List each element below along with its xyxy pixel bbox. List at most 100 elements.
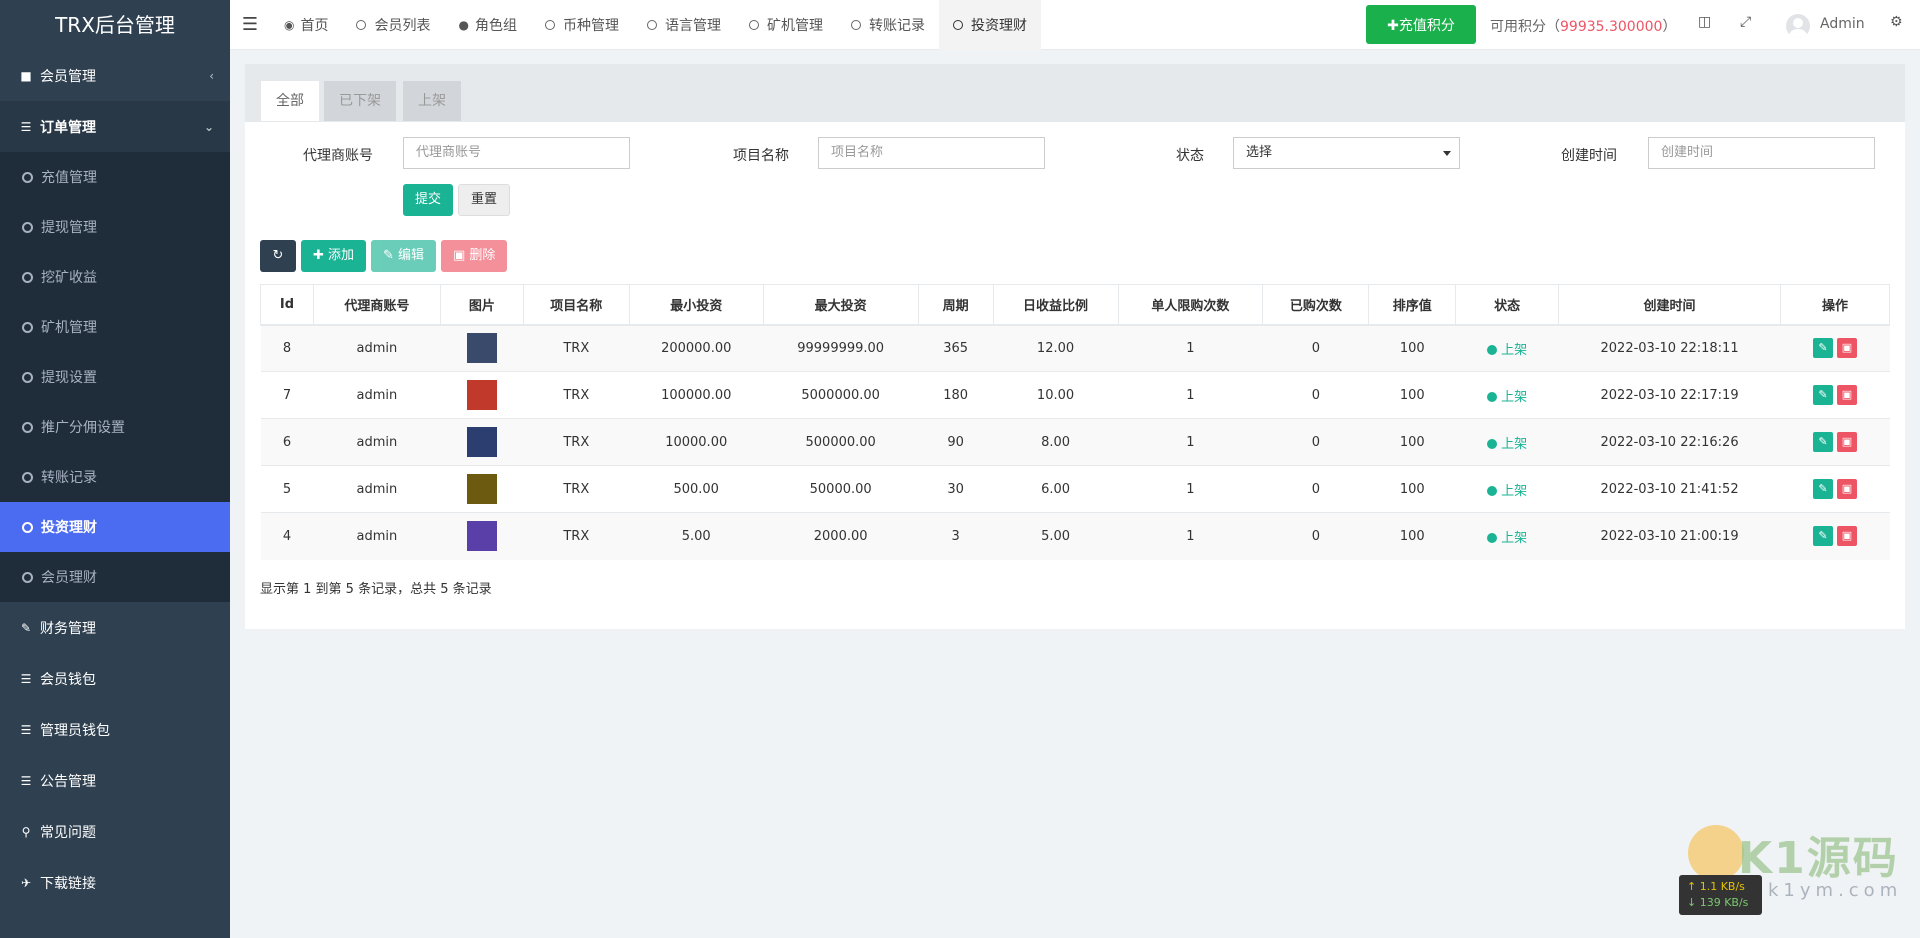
sidebar-item-label: 下载链接 xyxy=(40,875,96,892)
sidebar-subitem-label: 充值管理 xyxy=(41,170,97,186)
project-input[interactable]: 项目名称 xyxy=(818,137,1045,169)
reset-button[interactable]: 重置 xyxy=(458,184,511,216)
sidebar-subitem-label: 矿机管理 xyxy=(41,320,97,336)
thumbnail-image[interactable] xyxy=(466,474,497,504)
circle-icon xyxy=(22,371,33,383)
col-bought[interactable]: 已购次数 xyxy=(1262,284,1370,326)
sidebar-item-faq[interactable]: ⚲ 常见问题 xyxy=(0,806,230,857)
tab-home[interactable]: ◉ 首页 xyxy=(270,0,342,50)
status-badge[interactable]: 上架 xyxy=(1487,390,1527,405)
status-select[interactable]: 选择 xyxy=(1233,137,1460,169)
row-edit-button[interactable]: ✎ xyxy=(1812,526,1833,547)
row-edit-button[interactable]: ✎ xyxy=(1812,432,1833,452)
sidebar-subitem[interactable]: 转账记录 xyxy=(0,452,230,502)
fullscreen-icon[interactable]: ⤢ xyxy=(1740,14,1751,30)
tab-offline[interactable]: 已下架 xyxy=(324,81,396,121)
sidebar-subitem[interactable]: 会员理财 xyxy=(0,552,230,602)
col-image[interactable]: 图片 xyxy=(439,284,524,326)
row-edit-button[interactable]: ✎ xyxy=(1812,385,1833,405)
points-suffix: ） xyxy=(1662,19,1677,35)
hamburger-menu-icon[interactable]: ☰ xyxy=(230,14,270,35)
table-row[interactable]: 6 admin TRX 10000.00 500000.00 90 8.00 1 0 100 上架 2… xyxy=(260,418,1890,466)
col-id[interactable]: Id xyxy=(260,284,314,326)
row-edit-button[interactable]: ✎ xyxy=(1812,338,1833,359)
sidebar-subitem[interactable]: 充值管理 xyxy=(0,152,230,202)
status-badge[interactable]: 上架 xyxy=(1487,343,1527,358)
dashboard-icon: ◉ xyxy=(284,17,295,32)
row-delete-button[interactable]: ▣ xyxy=(1836,338,1857,359)
col-status[interactable]: 状态 xyxy=(1455,284,1560,326)
status-badge[interactable]: 上架 xyxy=(1487,531,1527,546)
status-badge[interactable]: 上架 xyxy=(1487,437,1527,452)
tab-language[interactable]: 语言管理 xyxy=(633,0,735,50)
sidebar-subitem[interactable]: 挖矿收益 xyxy=(0,252,230,302)
row-delete-button[interactable]: ▣ xyxy=(1836,432,1857,452)
col-name[interactable]: 项目名称 xyxy=(522,284,630,326)
tab-miner[interactable]: 矿机管理 xyxy=(735,0,837,50)
sidebar-subitem[interactable]: 提现管理 xyxy=(0,202,230,252)
thumbnail-image[interactable] xyxy=(466,427,497,457)
sidebar-subitem-active[interactable]: 投资理财 xyxy=(0,502,230,552)
tab-all[interactable]: 全部 xyxy=(261,81,319,121)
cell-period: 365 xyxy=(918,324,994,372)
col-limit[interactable]: 单人限购次数 xyxy=(1117,284,1264,326)
avatar[interactable] xyxy=(1786,14,1810,38)
translate-icon[interactable]: ◫ xyxy=(1698,14,1711,30)
col-rate[interactable]: 日收益比例 xyxy=(992,284,1119,326)
agent-input[interactable]: 代理商账号 xyxy=(403,137,630,169)
row-delete-button[interactable]: ▣ xyxy=(1836,526,1857,547)
table-row[interactable]: 7 admin TRX 100000.00 5000000.00 180 10.00 1 0 10… xyxy=(260,371,1890,419)
tab-member-list[interactable]: 会员列表 xyxy=(342,0,444,50)
settings-icon[interactable]: ⚙ xyxy=(1890,14,1903,30)
created-input[interactable]: 创建时间 xyxy=(1648,137,1875,169)
investment-table: Id 代理商账号 图片 项目名称 最小投资 最大投资 周期 日收益比例 单人限购… xyxy=(260,284,1891,560)
thumbnail-image[interactable] xyxy=(466,333,497,364)
col-sort[interactable]: 排序值 xyxy=(1368,284,1457,326)
table-row[interactable]: 8 admin TRX 200000.00 99999999.00 365 12.00 1 0 1… xyxy=(260,324,1890,372)
sidebar-item-finance[interactable]: ✎ 财务管理 xyxy=(0,602,230,653)
sidebar-item-member-wallet[interactable]: ☰ 会员钱包 xyxy=(0,653,230,704)
recharge-points-button[interactable]: ✚充值积分 xyxy=(1366,5,1476,44)
row-delete-button[interactable]: ▣ xyxy=(1836,385,1857,405)
tab-investment[interactable]: 投资理财 xyxy=(938,0,1041,50)
cell-actions: ✎ ▣ xyxy=(1780,418,1890,466)
status-badge[interactable]: 上架 xyxy=(1487,484,1527,499)
submit-button[interactable]: 提交 xyxy=(403,184,454,216)
list-icon: ☰ xyxy=(20,773,32,788)
col-max[interactable]: 最大投资 xyxy=(762,284,919,326)
sidebar-item-announcements[interactable]: ☰ 公告管理 xyxy=(0,755,230,806)
col-created[interactable]: 创建时间 xyxy=(1558,284,1781,326)
col-agent[interactable]: 代理商账号 xyxy=(312,284,441,326)
tab-role-group[interactable]: ● 角色组 xyxy=(444,0,530,50)
thumbnail-image[interactable] xyxy=(466,521,497,552)
col-period[interactable]: 周期 xyxy=(917,284,994,326)
refresh-button[interactable]: ↻ xyxy=(260,240,296,272)
sidebar-item-admin-wallet[interactable]: ☰ 管理员钱包 xyxy=(0,704,230,755)
sidebar-subitem[interactable]: 矿机管理 xyxy=(0,302,230,352)
watermark-url: k1ym.com xyxy=(1768,880,1903,901)
tab-transfer[interactable]: 转账记录 xyxy=(837,0,939,50)
plane-icon: ✈ xyxy=(20,875,32,890)
sidebar-item-members[interactable]: ■ 会员管理 ‹ xyxy=(0,50,230,101)
table-row[interactable]: 5 admin TRX 500.00 50000.00 30 6.00 1 0 100 上架 2022… xyxy=(260,465,1890,513)
thumbnail-image[interactable] xyxy=(466,380,497,410)
users-icon: ● xyxy=(458,17,469,32)
add-button[interactable]: ✚ 添加 xyxy=(301,240,367,272)
table-row[interactable]: 4 admin TRX 5.00 2000.00 3 5.00 1 0 100 上架 2022-03-… xyxy=(260,512,1890,560)
cell-id: 8 xyxy=(260,324,314,372)
circle-icon xyxy=(22,221,33,233)
tab-currency[interactable]: 币种管理 xyxy=(531,0,633,50)
sidebar-item-orders[interactable]: ☰ 订单管理 ⌄ xyxy=(0,101,230,152)
sidebar-item-download[interactable]: ✈ 下载链接 xyxy=(0,857,230,908)
col-min[interactable]: 最小投资 xyxy=(628,284,764,326)
tab-online[interactable]: 上架 xyxy=(403,81,461,121)
delete-button[interactable]: ▣ 删除 xyxy=(441,240,508,272)
username[interactable]: Admin xyxy=(1820,16,1865,32)
sidebar-subitem[interactable]: 推广分佣设置 xyxy=(0,402,230,452)
col-actions: 操作 xyxy=(1779,284,1891,326)
cell-min: 5.00 xyxy=(629,512,764,560)
row-delete-button[interactable]: ▣ xyxy=(1836,479,1857,499)
sidebar-subitem[interactable]: 提现设置 xyxy=(0,352,230,402)
edit-button[interactable]: ✎ 编辑 xyxy=(371,240,437,272)
row-edit-button[interactable]: ✎ xyxy=(1812,479,1833,499)
